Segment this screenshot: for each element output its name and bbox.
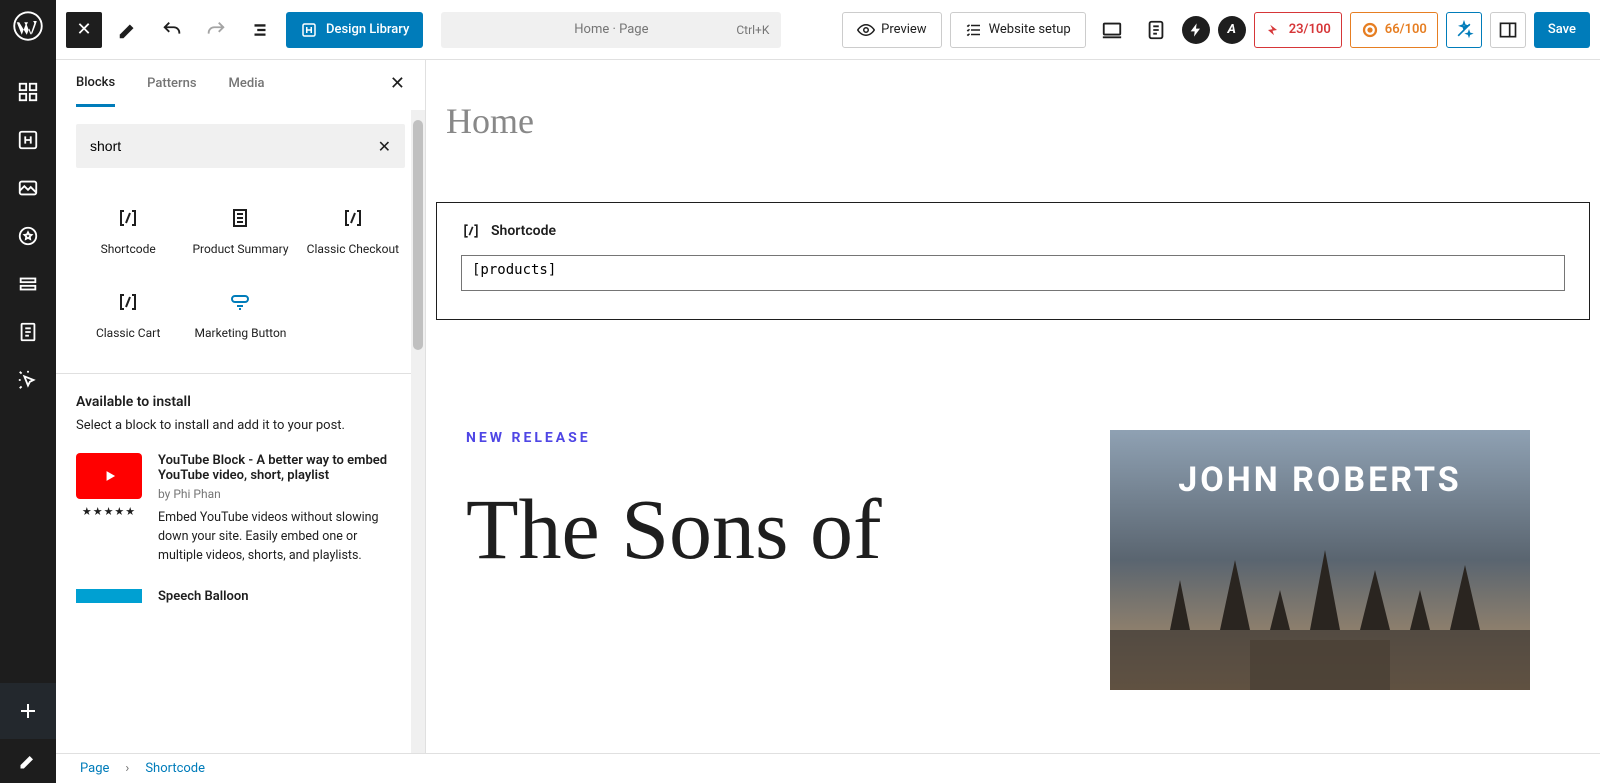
block-breadcrumb: Page › Shortcode bbox=[56, 753, 1600, 783]
rating-stars: ★★★★★ bbox=[76, 505, 142, 518]
analytics-icon[interactable]: A bbox=[1218, 16, 1246, 44]
tab-media[interactable]: Media bbox=[229, 62, 265, 105]
install-subtext: Select a block to install and add it to … bbox=[76, 418, 405, 433]
cover-author-text: JOHN ROBERTS bbox=[1110, 460, 1530, 500]
youtube-icon bbox=[76, 453, 142, 499]
breadcrumb-page[interactable]: Page bbox=[80, 761, 109, 776]
preview-label: Preview bbox=[881, 22, 926, 37]
shortcode-input[interactable] bbox=[461, 255, 1565, 291]
tab-blocks[interactable]: Blocks bbox=[76, 61, 115, 107]
wordpress-logo-icon[interactable] bbox=[8, 6, 48, 46]
list-icon[interactable] bbox=[10, 266, 46, 302]
add-block-button[interactable] bbox=[0, 683, 56, 739]
scrollbar-thumb[interactable] bbox=[413, 120, 423, 350]
shortcode-icon bbox=[116, 290, 140, 314]
install-item-youtube[interactable]: ★★★★★ YouTube Block - A better way to em… bbox=[76, 453, 405, 565]
undo-icon[interactable] bbox=[154, 12, 190, 48]
block-marketing-button[interactable]: Marketing Button bbox=[188, 278, 292, 354]
document-outline-icon[interactable] bbox=[242, 12, 278, 48]
settings-panel-toggle[interactable] bbox=[1490, 12, 1526, 48]
close-inserter-button[interactable]: ✕ bbox=[66, 12, 102, 48]
library-icon bbox=[300, 21, 318, 39]
block-shortcode[interactable]: Shortcode bbox=[76, 194, 180, 270]
hero-eyebrow: NEW RELEASE bbox=[466, 430, 1110, 446]
document-title-text: Home · Page bbox=[574, 22, 648, 37]
ai-assist-button[interactable] bbox=[1446, 12, 1482, 48]
breadcrumb-current[interactable]: Shortcode bbox=[145, 761, 205, 776]
block-results-grid: Shortcode Product Summary Classic Checko… bbox=[56, 184, 425, 373]
block-inserter-panel: Blocks Patterns Media ✕ ✕ Shortcode bbox=[56, 60, 426, 753]
desktop-view-icon[interactable] bbox=[1094, 12, 1130, 48]
block-classic-checkout[interactable]: Classic Checkout bbox=[301, 194, 405, 270]
hero-section[interactable]: NEW RELEASE The Sons of JOHN ROBERTS bbox=[436, 430, 1590, 690]
dashboard-icon[interactable] bbox=[10, 74, 46, 110]
page-title[interactable]: Home bbox=[446, 100, 1590, 142]
castle-illustration bbox=[1110, 540, 1530, 690]
performance-score-text: 66/100 bbox=[1385, 22, 1427, 37]
book-cover-image[interactable]: JOHN ROBERTS bbox=[1110, 430, 1530, 690]
redo-icon[interactable] bbox=[198, 12, 234, 48]
page-icon[interactable] bbox=[10, 314, 46, 350]
document-icon bbox=[228, 206, 252, 230]
heading-icon[interactable] bbox=[10, 122, 46, 158]
block-product-summary[interactable]: Product Summary bbox=[188, 194, 292, 270]
keyboard-shortcut: Ctrl+K bbox=[736, 23, 769, 37]
shortcode-block[interactable]: Shortcode bbox=[436, 202, 1590, 320]
install-item-title: Speech Balloon bbox=[158, 589, 248, 604]
install-item-title: YouTube Block - A better way to embed Yo… bbox=[158, 453, 405, 483]
save-button[interactable]: Save bbox=[1534, 12, 1590, 48]
hero-title: The Sons of bbox=[466, 486, 1110, 572]
block-classic-cart[interactable]: Classic Cart bbox=[76, 278, 180, 354]
cursor-click-icon[interactable] bbox=[10, 362, 46, 398]
cache-icon[interactable] bbox=[1182, 16, 1210, 44]
clear-search-icon[interactable]: ✕ bbox=[378, 137, 391, 156]
install-item-author: by Phi Phan bbox=[158, 487, 405, 501]
editor-toolbar: ✕ Design Library Home · Page Ctrl+K Prev… bbox=[56, 0, 1600, 60]
marketing-icon bbox=[228, 290, 252, 314]
image-icon[interactable] bbox=[10, 170, 46, 206]
install-item-desc: Embed YouTube videos without slowing dow… bbox=[158, 509, 405, 565]
document-title-button[interactable]: Home · Page Ctrl+K bbox=[441, 12, 781, 48]
shortcode-label: Shortcode bbox=[491, 223, 556, 239]
gear-icon bbox=[1361, 21, 1379, 39]
block-search[interactable]: ✕ bbox=[76, 124, 405, 168]
search-input[interactable] bbox=[90, 138, 378, 154]
available-to-install-section: Available to install Select a block to i… bbox=[56, 373, 425, 624]
install-item-speech-balloon[interactable]: Speech Balloon bbox=[76, 589, 405, 604]
eye-icon bbox=[857, 21, 875, 39]
shortcode-icon bbox=[461, 221, 481, 241]
website-setup-button[interactable]: Website setup bbox=[950, 12, 1086, 48]
editor-canvas[interactable]: Home Shortcode NEW RELEASE The Sons of bbox=[426, 60, 1600, 753]
tools-icon[interactable] bbox=[110, 12, 146, 48]
star-icon[interactable] bbox=[10, 218, 46, 254]
design-library-label: Design Library bbox=[326, 22, 409, 37]
performance-score-badge[interactable]: 66/100 bbox=[1350, 12, 1438, 48]
install-heading: Available to install bbox=[76, 394, 405, 410]
notes-icon[interactable] bbox=[1138, 12, 1174, 48]
shortcode-icon bbox=[341, 206, 365, 230]
speech-balloon-icon bbox=[76, 589, 142, 603]
edit-button[interactable] bbox=[0, 739, 56, 783]
tab-patterns[interactable]: Patterns bbox=[147, 62, 196, 105]
admin-sidebar bbox=[0, 0, 56, 783]
design-library-button[interactable]: Design Library bbox=[286, 12, 423, 48]
seo-icon bbox=[1265, 21, 1283, 39]
preview-button[interactable]: Preview bbox=[842, 12, 941, 48]
close-icon[interactable]: ✕ bbox=[390, 73, 405, 94]
checklist-icon bbox=[965, 21, 983, 39]
inserter-tabs: Blocks Patterns Media ✕ bbox=[56, 60, 425, 108]
seo-score-badge[interactable]: 23/100 bbox=[1254, 12, 1342, 48]
seo-score-text: 23/100 bbox=[1289, 22, 1331, 37]
scrollbar[interactable] bbox=[411, 110, 425, 753]
shortcode-icon bbox=[116, 206, 140, 230]
website-setup-label: Website setup bbox=[989, 22, 1071, 37]
chevron-right-icon: › bbox=[125, 761, 129, 776]
